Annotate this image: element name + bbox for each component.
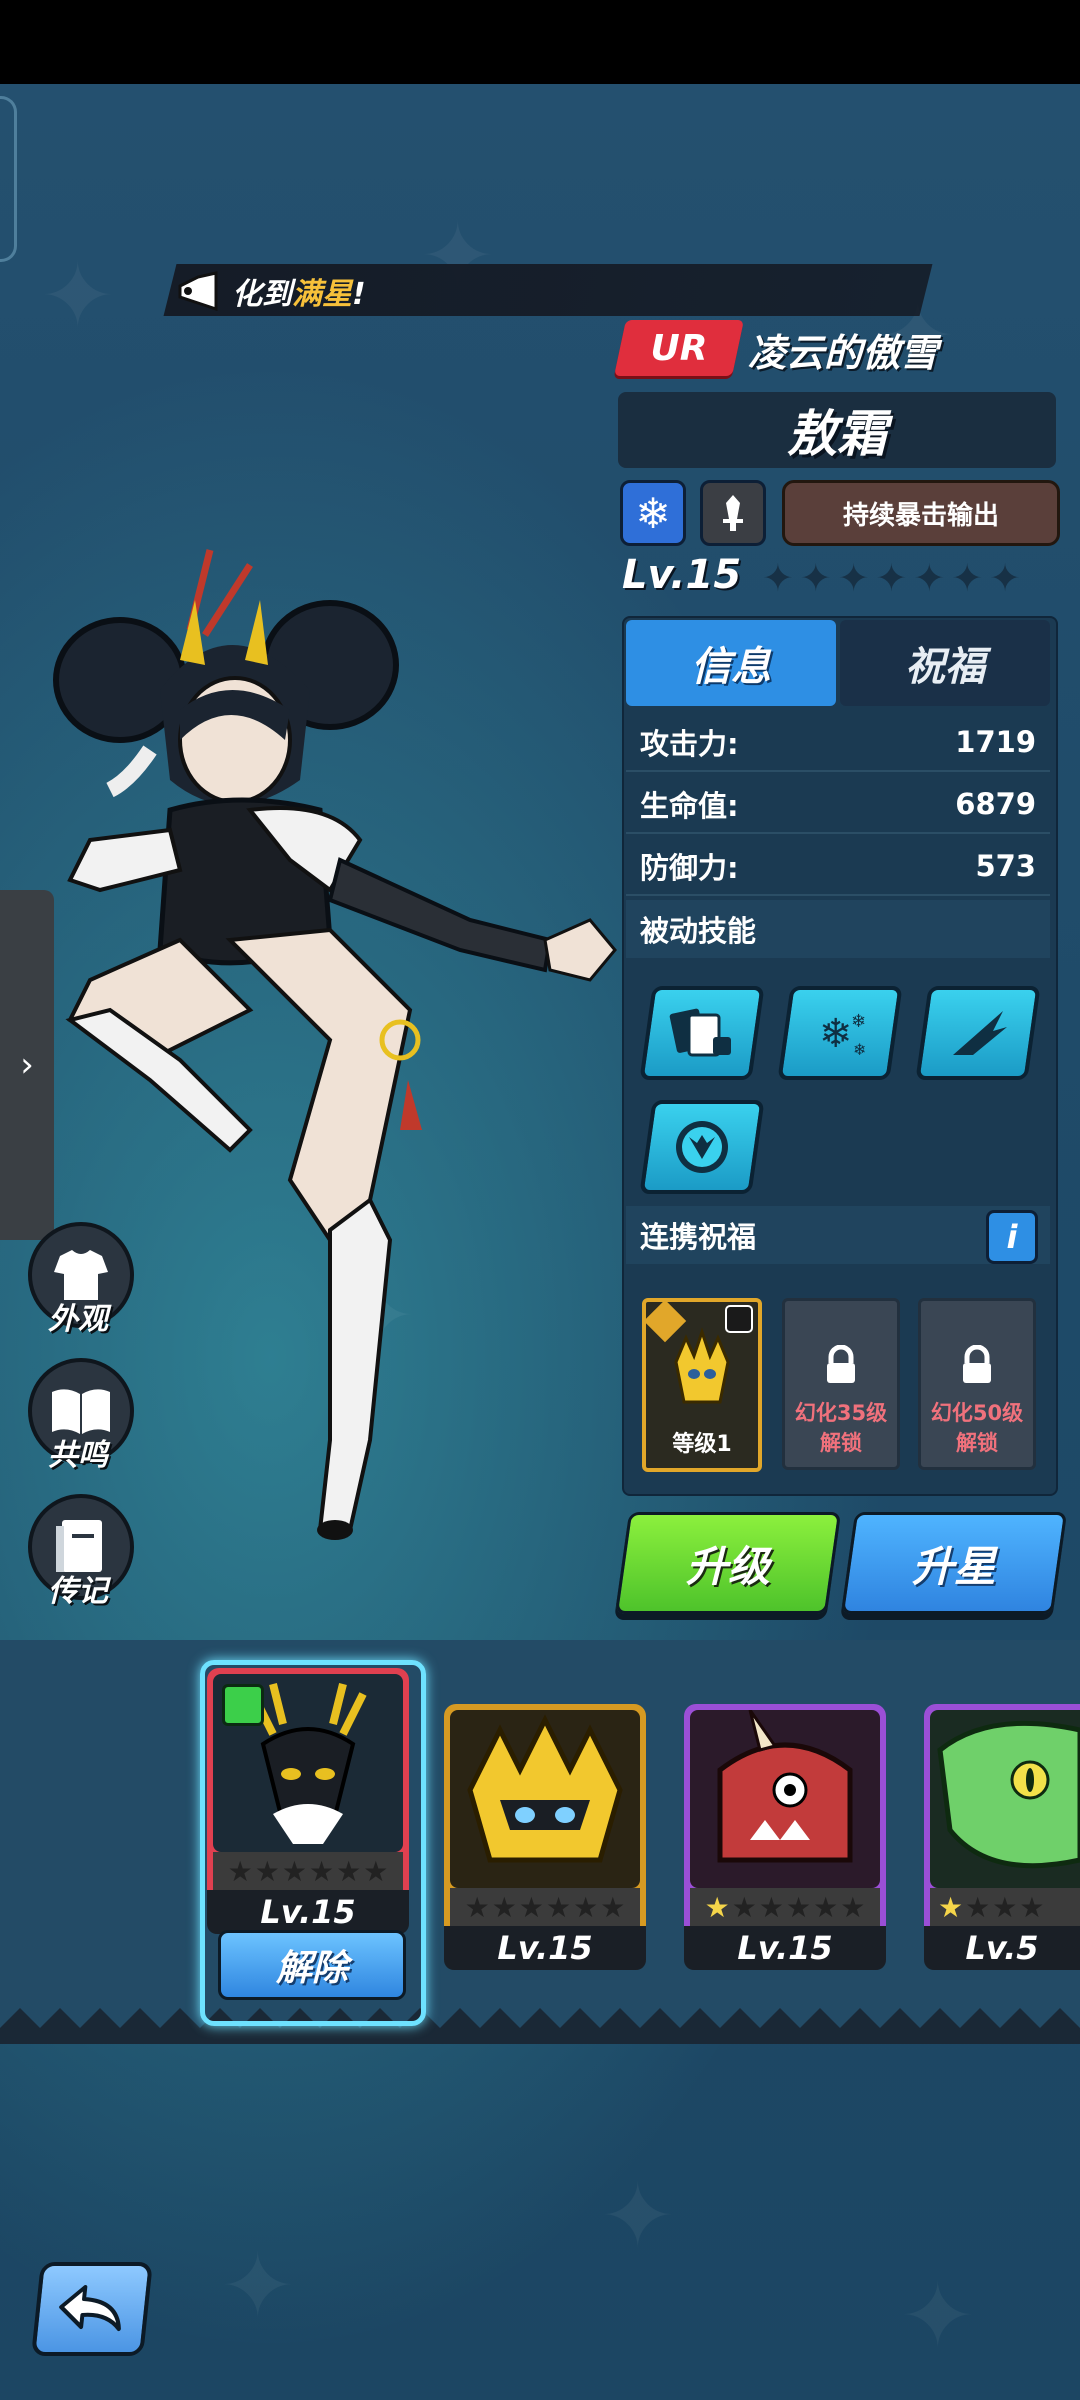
hero-card[interactable]: ★ ★ ★ ★ ★ ★ Lv.15 [684, 1704, 886, 1970]
tab-blessing[interactable]: 祝福 [840, 620, 1050, 706]
announcement: 化到满星! [176, 266, 366, 316]
stat-value: 1719 [955, 725, 1036, 759]
hero-stars: ★ ★ ★ ★ ★ ★ [690, 1888, 880, 1926]
hero-level: Lv.15 [684, 1926, 886, 1970]
stat-value: 6879 [955, 787, 1036, 821]
back-arrow-icon [59, 2285, 121, 2331]
lock-icon [827, 1345, 855, 1383]
svg-text:❄: ❄ [851, 1011, 866, 1032]
star-icon: ✦ [837, 556, 870, 600]
horned-beast-icon [717, 1710, 853, 1863]
green-monster-icon [937, 1720, 1080, 1869]
hero-stars: ★ ★ ★ ★ ★ ★ [213, 1852, 403, 1890]
snowflake-icon[interactable]: ❄ [620, 480, 686, 546]
unlock-requirement: 幻化35级 [794, 1401, 888, 1425]
unlock-label: 解锁 [956, 1431, 998, 1455]
hero-portrait [930, 1710, 1080, 1888]
announcement-text: 化到满星! [232, 277, 366, 312]
hero-portrait [690, 1710, 880, 1888]
back-button[interactable] [31, 2262, 153, 2356]
star-rating: ✦ ✦ ✦ ✦ ✦ ✦ ✦ [762, 556, 1021, 600]
passive-skills-header: 被动技能 [626, 900, 1050, 958]
stat-row-attack: 攻击力: 1719 [626, 714, 1050, 772]
chevron-right-icon: › [20, 1045, 34, 1085]
biography-label: 传记 [48, 1574, 108, 1609]
star-icon: ✦ [875, 556, 908, 600]
side-drawer-tab[interactable]: › [0, 890, 54, 1240]
spiky-creature-icon [643, 1299, 753, 1404]
status-bar [0, 0, 1080, 84]
hero-card[interactable]: ★ ★ ★ ★ Lv.5 [924, 1704, 1080, 1970]
cards-dice-icon[interactable] [639, 986, 765, 1080]
resonance-label: 共鸣 [48, 1438, 108, 1473]
star-up-label: 升星 [911, 1541, 996, 1591]
wing-icon[interactable] [915, 986, 1041, 1080]
appearance-label: 外观 [48, 1302, 108, 1337]
star-icon: ✦ [799, 556, 832, 600]
upgrade-label: 升级 [685, 1541, 770, 1591]
stat-label: 生命值: [640, 789, 739, 823]
star-icon: ✦ [762, 556, 794, 600]
unlock-label: 解锁 [820, 1431, 862, 1455]
collapsed-panel-edge[interactable] [0, 96, 17, 262]
bond-card-locked[interactable]: 幻化50级 解锁 [918, 1298, 1036, 1470]
bond-card-unlocked[interactable]: 等级1 [642, 1298, 762, 1472]
star-icon: ✦ [951, 556, 984, 600]
rarity-badge: UR [650, 327, 708, 369]
hero-stars: ★ ★ ★ ★ ★ ★ [450, 1888, 640, 1926]
hero-level: Lv.5 [924, 1926, 1080, 1970]
character-level: Lv.15 [622, 552, 742, 598]
stat-label: 攻击力: [640, 727, 739, 761]
star-icon: ✦ [989, 556, 1021, 600]
megaphone-icon [178, 271, 218, 311]
upgrade-button[interactable]: 升级 [614, 1512, 842, 1614]
snowflakes-icon[interactable]: ❄ ❄ ❄ [777, 986, 903, 1080]
star-up-button[interactable]: 升星 [840, 1512, 1068, 1614]
hero-level: Lv.15 [444, 1926, 646, 1970]
tab-info[interactable]: 信息 [626, 620, 836, 706]
role-tag[interactable]: 持续暴击输出 [782, 480, 1060, 546]
hero-stars: ★ ★ ★ ★ [930, 1888, 1080, 1926]
stat-label: 防御力: [640, 851, 739, 885]
bond-card-locked[interactable]: 幻化35级 解锁 [782, 1298, 900, 1470]
svg-text:❄: ❄ [853, 1040, 866, 1059]
hero-portrait [450, 1710, 640, 1888]
unlock-requirement: 幻化50级 [930, 1401, 1024, 1425]
character-name: 敖霜 [787, 405, 887, 463]
team-badge-icon [222, 1684, 264, 1726]
hero-card[interactable]: ★ ★ ★ ★ ★ ★ Lv.15 [444, 1704, 646, 1970]
spiky-creature-icon [467, 1714, 623, 1863]
release-button[interactable]: 解除 [218, 1930, 406, 2000]
info-button[interactable]: i [986, 1210, 1038, 1264]
dragon-emblem-icon[interactable] [639, 1100, 765, 1194]
star-icon: ✦ [913, 556, 946, 600]
hero-level: Lv.15 [207, 1890, 409, 1934]
strip-edge [0, 2008, 1080, 2044]
svg-text:❄: ❄ [819, 1011, 853, 1057]
stat-row-defense: 防御力: 573 [626, 838, 1050, 896]
lock-icon [963, 1345, 991, 1383]
character-title: 凌云的傲雪 [748, 331, 939, 375]
sword-icon[interactable] [700, 480, 766, 546]
stat-row-hp: 生命值: 6879 [626, 776, 1050, 834]
name-bar: 敖霜 [618, 392, 1056, 468]
bond-level: 等级1 [672, 1432, 732, 1457]
stat-value: 573 [975, 849, 1036, 883]
